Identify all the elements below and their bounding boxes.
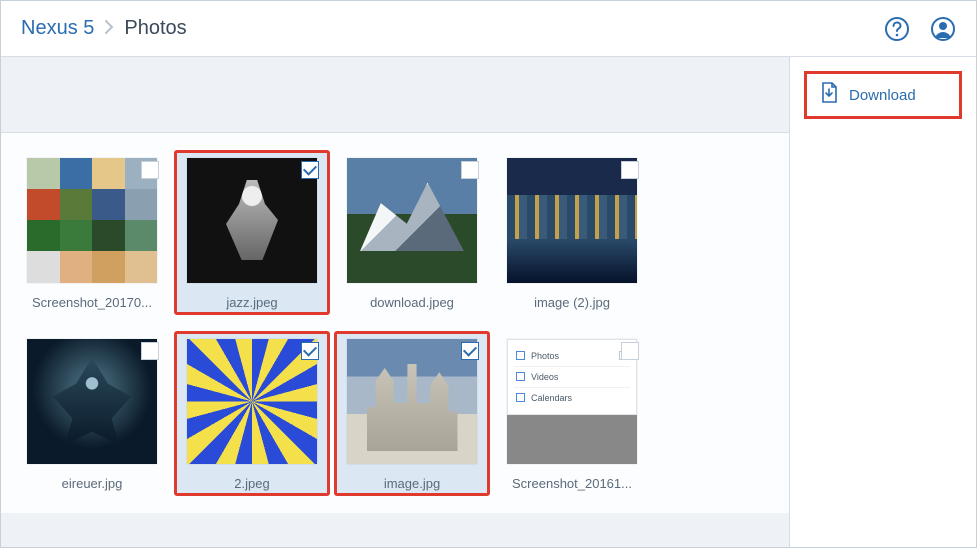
thumbnail: PhotosVideosCalendars: [499, 336, 645, 466]
file-tile[interactable]: image.jpg: [335, 332, 489, 495]
select-checkbox[interactable]: [621, 342, 639, 360]
download-label: Download: [849, 87, 916, 104]
account-icon[interactable]: [930, 16, 956, 42]
help-icon[interactable]: [884, 16, 910, 42]
thumbnail: [179, 336, 325, 466]
file-name: jazz.jpeg: [182, 295, 322, 310]
breadcrumb-root[interactable]: Nexus 5: [21, 17, 94, 40]
download-icon: [819, 82, 839, 108]
thumbnail: [339, 336, 485, 466]
select-checkbox[interactable]: [621, 161, 639, 179]
file-name: Screenshot_20161...: [502, 476, 642, 491]
thumbnail: [19, 155, 165, 285]
main-panel: Screenshot_20170... jazz.jpeg download.jpe…: [1, 57, 790, 547]
select-checkbox[interactable]: [461, 342, 479, 360]
breadcrumb-current: Photos: [124, 17, 186, 40]
select-checkbox[interactable]: [301, 342, 319, 360]
select-checkbox[interactable]: [301, 161, 319, 179]
file-tile[interactable]: PhotosVideosCalendars Screenshot_20161...: [495, 332, 649, 495]
breadcrumb: Nexus 5 Photos: [21, 17, 884, 40]
file-tile[interactable]: image (2).jpg: [495, 151, 649, 314]
file-name: download.jpeg: [342, 295, 482, 310]
header-bar: Nexus 5 Photos: [1, 1, 976, 57]
toolbar-strip: [1, 57, 789, 133]
thumbnail: [179, 155, 325, 285]
file-name: image.jpg: [342, 476, 482, 491]
thumbnail: [499, 155, 645, 285]
file-name: 2.jpeg: [182, 476, 322, 491]
file-tile[interactable]: 2.jpeg: [175, 332, 329, 495]
file-tile[interactable]: eireuer.jpg: [15, 332, 169, 495]
file-tile[interactable]: jazz.jpeg: [175, 151, 329, 314]
select-checkbox[interactable]: [461, 161, 479, 179]
chevron-right-icon: [104, 17, 114, 40]
file-tile[interactable]: download.jpeg: [335, 151, 489, 314]
file-tile[interactable]: Screenshot_20170...: [15, 151, 169, 314]
file-name: eireuer.jpg: [22, 476, 162, 491]
side-panel: Download: [790, 57, 976, 547]
thumbnail: [339, 155, 485, 285]
file-name: Screenshot_20170...: [22, 295, 162, 310]
file-grid: Screenshot_20170... jazz.jpeg download.jpe…: [1, 133, 789, 513]
file-name: image (2).jpg: [502, 295, 642, 310]
select-checkbox[interactable]: [141, 342, 159, 360]
thumbnail: [19, 336, 165, 466]
download-button[interactable]: Download: [804, 71, 962, 119]
select-checkbox[interactable]: [141, 161, 159, 179]
